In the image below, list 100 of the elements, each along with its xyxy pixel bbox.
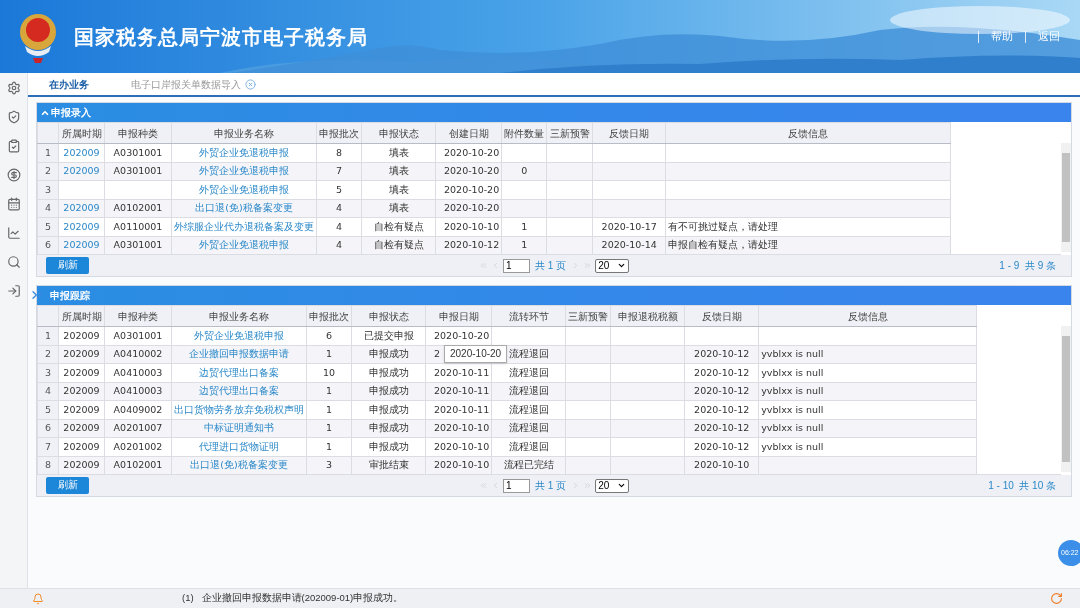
page-input[interactable]: 1: [503, 258, 530, 273]
table-cell: 流程退回: [508, 366, 549, 378]
coin-icon[interactable]: [6, 168, 21, 182]
row-number: 6: [44, 239, 51, 251]
table-cell: 1: [325, 440, 332, 452]
table-cell: 申报成功: [368, 366, 409, 378]
close-icon[interactable]: [245, 78, 256, 90]
table-cell: 2020-10-14: [601, 239, 657, 251]
table-cell: 2020-10-20: [444, 165, 500, 177]
table-cell: 2020-10-12: [694, 385, 750, 397]
row-number: 3: [44, 183, 51, 195]
settings-icon[interactable]: [6, 81, 21, 95]
table-cell: yvblxx is null: [761, 440, 824, 452]
table-cell: 2020-10-12: [444, 239, 500, 251]
table-cell: 自检有疑点: [373, 239, 424, 251]
table-cell: 流程退回: [508, 403, 549, 415]
table-cell: 审批结束: [368, 459, 409, 471]
table-cell: 2020-10-20: [444, 146, 500, 158]
table-cell: 申报成功: [368, 422, 409, 434]
table-cell: 202009: [63, 440, 100, 452]
page-count: 共 1 页: [535, 479, 567, 493]
row-number: 2: [44, 165, 51, 177]
row-number: 2: [44, 348, 51, 360]
line-chart-icon[interactable]: [6, 226, 21, 240]
panel-title: 申报跟踪: [50, 289, 90, 303]
table-cell: 1: [325, 403, 332, 415]
table-cell: yvblxx is null: [761, 403, 824, 415]
table-cell: A0301001: [113, 146, 163, 158]
tab[interactable]: 在办业务: [28, 73, 110, 95]
table-cell: 2020-10-10: [444, 220, 500, 232]
table-cell: 1: [325, 385, 332, 397]
tooltip: 2020-10-20: [444, 345, 508, 363]
table-cell: 2020-10-10: [694, 459, 750, 471]
row-number: 5: [44, 220, 51, 232]
table-cell: 流程退回: [508, 440, 549, 452]
table-cell: 流程已完结: [503, 459, 554, 471]
table-cell: 8: [335, 146, 342, 158]
table-cell: 4: [335, 220, 342, 232]
calendar-icon[interactable]: [6, 197, 21, 211]
table-cell: 0: [521, 165, 528, 177]
table-cell: 2020-10-11: [434, 385, 490, 397]
row-number: 6: [44, 422, 51, 434]
table-cell: 2020-10-20: [444, 183, 500, 195]
table-cell: 202009: [63, 385, 100, 397]
table-cell: A0410003: [113, 366, 163, 378]
table-cell: 2020-10-10: [434, 422, 490, 434]
sign-in-icon[interactable]: [6, 284, 21, 298]
table-cell: 1: [521, 239, 528, 251]
row-number: 4: [44, 202, 51, 214]
table-cell: 流程退回: [508, 385, 549, 397]
previous-page-icon[interactable]: [491, 481, 500, 490]
scrollbar[interactable]: [1061, 143, 1071, 252]
shield-check-icon[interactable]: [6, 110, 21, 124]
bell-icon[interactable]: [32, 592, 44, 605]
column-header[interactable]: 反馈信息: [847, 310, 888, 322]
scrollbar[interactable]: [1061, 326, 1071, 472]
search-icon[interactable]: [6, 255, 21, 269]
table-cell: 2020-10-10: [434, 440, 490, 452]
table-cell: 10: [322, 366, 336, 378]
previous-page-icon[interactable]: [491, 261, 500, 270]
table-cell: 1: [325, 422, 332, 434]
table-cell: 填表: [388, 183, 409, 195]
table-cell: 申报自检有疑点，请处理: [668, 239, 779, 251]
page-size-select[interactable]: 20: [595, 478, 630, 493]
page-input[interactable]: 1: [503, 478, 530, 493]
table-cell: 5: [335, 183, 342, 195]
row-number: 8: [44, 459, 51, 471]
page-size-select[interactable]: 20: [595, 258, 630, 273]
row-number: 1: [44, 329, 51, 341]
row-number: 7: [44, 440, 51, 452]
refresh-button[interactable]: 刷新: [46, 257, 89, 274]
table-cell: 2020-10-11: [434, 403, 490, 415]
column-header[interactable]: 反馈信息: [788, 127, 829, 139]
table-cell: 2020-10-11: [434, 366, 490, 378]
refresh-icon[interactable]: [1050, 592, 1063, 605]
chevron-down-icon[interactable]: [617, 481, 627, 490]
site-title: 国家税务总局宁波市电子税务局: [74, 24, 368, 50]
table-cell: yvblxx is null: [761, 385, 824, 397]
row-number: 1: [44, 146, 51, 158]
refresh-button[interactable]: 刷新: [46, 477, 89, 494]
table-cell: yvblxx is null: [761, 422, 824, 434]
row-number: 4: [44, 385, 51, 397]
table-cell: 流程退回: [508, 348, 549, 360]
table-cell: A0410002: [113, 348, 163, 360]
table-cell: 2020-10-10: [434, 459, 490, 471]
table-cell: 202009: [63, 422, 100, 434]
table-cell: 填表: [388, 165, 409, 177]
table-cell: 申报成功: [368, 385, 409, 397]
table-cell: 2: [434, 348, 441, 360]
table-cell: A0110001: [113, 220, 163, 232]
chevron-down-icon[interactable]: [617, 261, 627, 270]
table-cell: 202009: [63, 366, 100, 378]
table-cell: 1: [325, 348, 332, 360]
table-cell: 申报成功: [368, 348, 409, 360]
table-cell: 填表: [388, 202, 409, 214]
table-cell: A0102001: [113, 202, 163, 214]
table-cell: A0301001: [113, 165, 163, 177]
table-cell: A0201002: [113, 440, 163, 452]
page-count: 共 1 页: [535, 259, 567, 273]
clipboard-check-icon[interactable]: [6, 139, 21, 153]
